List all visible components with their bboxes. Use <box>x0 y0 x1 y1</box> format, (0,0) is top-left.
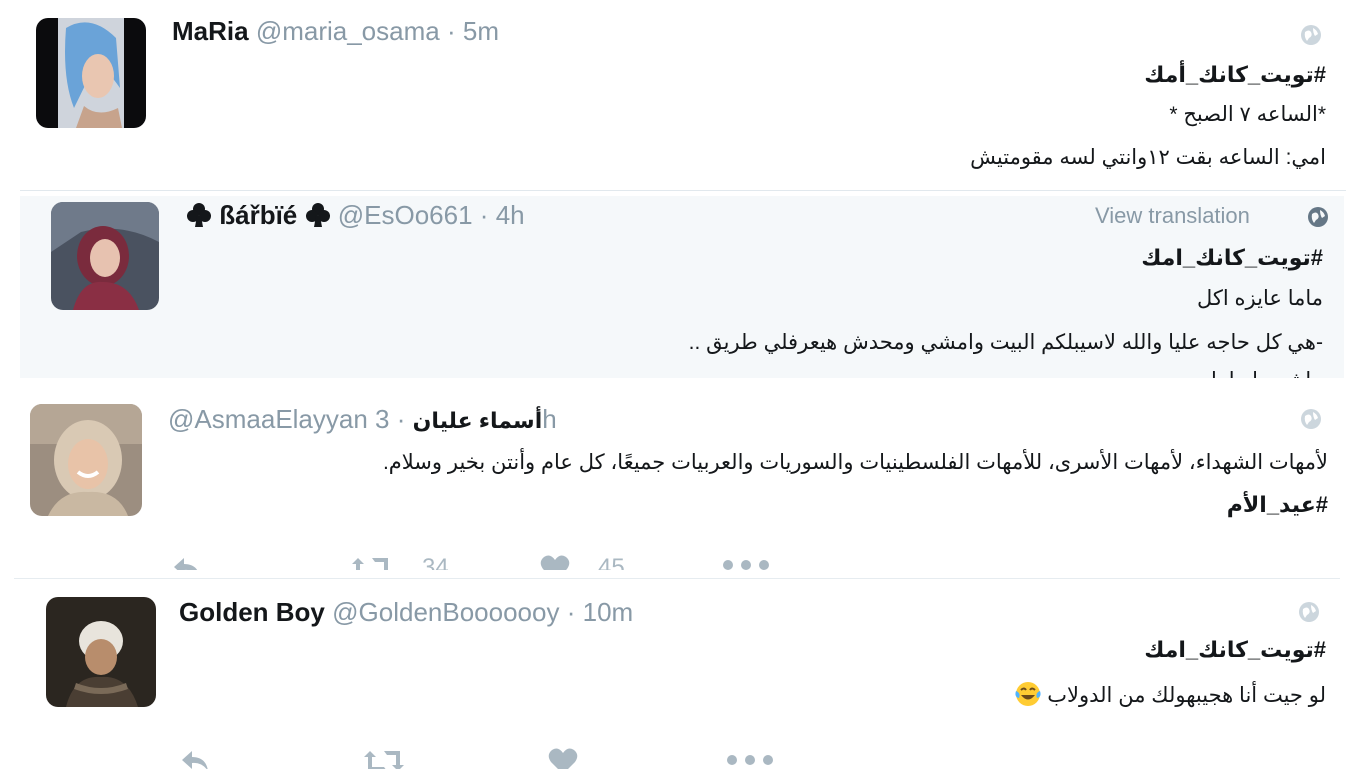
tweet-text-line: -هي كل حاجه عليا والله لاسيبلكم البيت وا… <box>688 331 1323 354</box>
retweet-button[interactable]: 34 <box>352 554 449 570</box>
tweet-text-line: ماما عايزه اكل <box>1196 287 1323 310</box>
tweet-text-line: لأمهات الشهداء، لأمهات الأسرى، للأمهات ا… <box>382 451 1328 474</box>
hashtag-link[interactable]: #عيد_الأم <box>1227 492 1328 518</box>
retweet-count: 34 <box>422 554 449 570</box>
tweet-text-line: ماشي يا ماما <box>1211 368 1323 378</box>
hashtag-link[interactable]: #تويت_كانك_امك <box>1141 245 1323 271</box>
more-button[interactable] <box>722 560 770 570</box>
hashtag-link[interactable]: #تويت_كانك_أمك <box>1144 62 1326 88</box>
tweet-card[interactable]: @AsmaaElayyan أسماء عليان · 3h لأمهات ال… <box>0 390 1366 570</box>
face-with-tears-of-joy-icon <box>1015 682 1041 706</box>
tweet-card[interactable]: ßářbïé @EsOo661 · 4h View translation #ت… <box>20 196 1344 378</box>
more-button[interactable] <box>726 755 774 765</box>
reply-button[interactable] <box>180 749 210 769</box>
tweet-card[interactable]: Golden Boy @GoldenBooooooy · 10m #تويت_ك… <box>14 578 1340 769</box>
tweet-text-line: لو جيت أنا هجيبهولك من الدولاب <box>1015 681 1326 708</box>
like-button[interactable] <box>548 747 578 769</box>
divider <box>20 190 1346 191</box>
tweet-text-line: امي: الساعه بقت ١٢وانتي لسه مقومتيش <box>970 146 1326 169</box>
retweet-button[interactable] <box>364 747 404 769</box>
reply-button[interactable] <box>172 556 202 570</box>
tweet-text-line: *الساعه ٧ الصبح * <box>1169 103 1326 126</box>
hashtag-link[interactable]: #تويت_كانك_امك <box>1144 637 1326 663</box>
tweet-text: لو جيت أنا هجيبهولك من الدولاب <box>1047 684 1326 707</box>
like-count: 45 <box>598 554 625 570</box>
tweet-card[interactable]: MaRia @maria_osama · 5m #تويت_كانك_أمك *… <box>0 0 1366 190</box>
like-button[interactable]: 45 <box>540 554 625 570</box>
